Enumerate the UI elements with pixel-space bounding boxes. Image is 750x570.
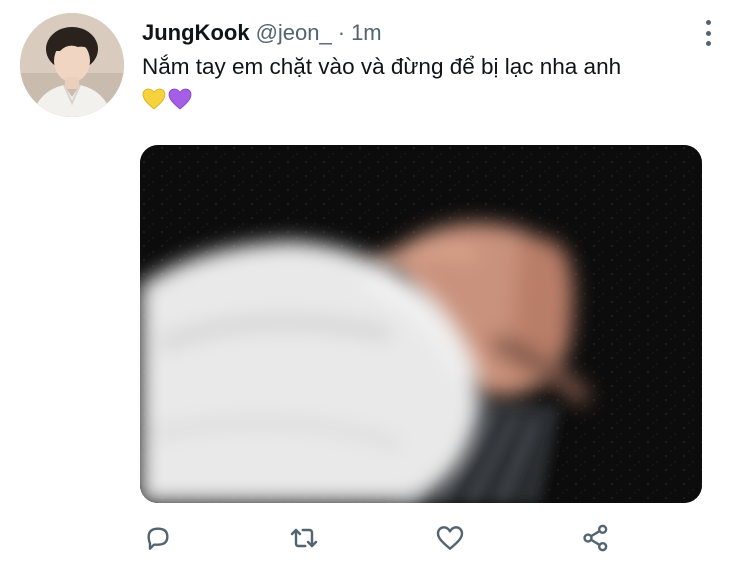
tweet-actions [0, 520, 750, 556]
timestamp[interactable]: 1m [351, 20, 382, 46]
avatar[interactable] [20, 13, 124, 117]
tweet-text: Nắm tay em chặt vào và đừng để bị lạc nh… [142, 54, 622, 79]
share-button[interactable] [578, 520, 614, 556]
reply-icon [147, 527, 169, 550]
more-options-icon[interactable] [696, 18, 720, 48]
reply-button[interactable] [140, 520, 176, 556]
purple-heart-icon [168, 88, 192, 110]
photo-holding-hands [140, 145, 702, 503]
yellow-heart-icon [142, 88, 166, 110]
share-icon [583, 524, 608, 552]
emoji-row [142, 88, 192, 110]
retweet-icon [290, 528, 318, 548]
tweet-header: JungKook @jeon_ · 1m [142, 20, 382, 46]
tweet-media-image[interactable] [140, 145, 702, 503]
like-button[interactable] [432, 520, 468, 556]
like-icon [436, 526, 464, 550]
retweet-button[interactable] [286, 520, 322, 556]
author-handle[interactable]: @jeon_ [256, 20, 332, 46]
separator: · [337, 20, 346, 45]
avatar-image [20, 13, 124, 117]
author-name[interactable]: JungKook [142, 20, 250, 46]
